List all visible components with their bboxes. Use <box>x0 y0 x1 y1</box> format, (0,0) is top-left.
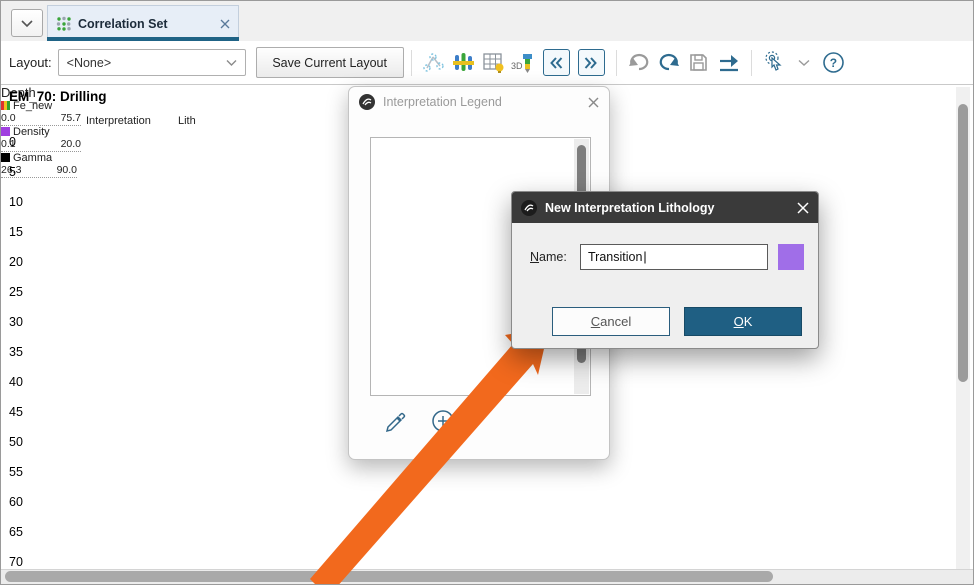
svg-text:?: ? <box>830 56 837 70</box>
edit-lithology-button[interactable] <box>384 409 408 433</box>
svg-text:3D: 3D <box>511 61 523 71</box>
export-button[interactable] <box>715 49 743 77</box>
depth-tick-label: 5 <box>9 164 35 180</box>
depth-tick-label: 35 <box>9 344 35 360</box>
redo-icon <box>656 50 682 75</box>
plus-circle-icon <box>431 409 455 433</box>
lith-column-header: Lith <box>178 115 196 127</box>
touch-dropdown-icon <box>798 59 810 67</box>
vertical-scrollbar-thumb[interactable] <box>958 104 968 382</box>
3d-view-icon: 3D <box>510 50 537 75</box>
save-icon <box>686 50 711 75</box>
interpretation-column-header: Interpretation <box>86 115 151 127</box>
close-icon[interactable] <box>797 202 809 214</box>
touch-select-icon <box>761 50 787 76</box>
depth-tick-label: 70 <box>9 554 35 569</box>
scroll-right-button[interactable] <box>578 49 605 76</box>
chevron-down-icon <box>20 19 34 28</box>
depth-tick-label: 25 <box>9 284 35 300</box>
save-current-layout-button[interactable]: Save Current Layout <box>256 47 404 78</box>
new-interpretation-lithology-dialog: New Interpretation Lithology Name: Trans… <box>511 191 819 349</box>
depth-tick-label: 65 <box>9 524 35 540</box>
layout-select-value: <None> <box>67 56 226 70</box>
3d-view-button[interactable]: 3D <box>510 49 538 77</box>
depth-tick-label: 0 <box>9 134 35 150</box>
name-label: Name: <box>530 250 567 264</box>
horizontal-scrollbar-thumb[interactable] <box>5 571 773 582</box>
depth-tick-label: 15 <box>9 224 35 240</box>
new-dialog-title: New Interpretation Lithology <box>545 201 797 215</box>
undo-icon <box>626 50 652 75</box>
depth-tick-label: 20 <box>9 254 35 270</box>
correlation-view-icon <box>451 50 476 75</box>
new-dialog-titlebar[interactable]: New Interpretation Lithology <box>512 192 818 223</box>
hole-title: EM_70: Drilling <box>9 89 107 104</box>
toolbar-separator <box>751 50 752 76</box>
name-input-value: Transition <box>588 250 642 264</box>
tab-label: Correlation Set <box>78 17 220 31</box>
depth-tick-label: 10 <box>9 194 35 210</box>
tab-correlation-set[interactable]: Correlation Set <box>47 5 239 41</box>
help-button[interactable]: ? <box>820 49 848 77</box>
depth-tick-label: 40 <box>9 374 35 390</box>
cancel-button[interactable]: Cancel <box>552 307 670 336</box>
statistics-table-icon <box>481 50 506 75</box>
depth-tick-label: 50 <box>9 434 35 450</box>
chevron-down-icon <box>226 59 237 67</box>
main-toolbar: Layout: <None> Save Current Layout 3D? <box>1 41 974 85</box>
scroll-left-icon <box>547 54 565 72</box>
depth-tick-label: 60 <box>9 494 35 510</box>
pencil-icon <box>384 409 408 433</box>
tab-close-icon[interactable] <box>220 19 230 29</box>
close-icon[interactable] <box>588 97 599 108</box>
depth-tick-label: 30 <box>9 314 35 330</box>
depth-tick-label: 45 <box>9 404 35 420</box>
toolbar-separator <box>616 50 617 76</box>
ok-button[interactable]: OK <box>684 307 802 336</box>
legend-dialog-titlebar[interactable]: Interpretation Legend <box>349 87 609 117</box>
depth-tick-label: 55 <box>9 464 35 480</box>
undo-button[interactable] <box>625 49 653 77</box>
statistics-table-button[interactable] <box>480 49 508 77</box>
tab-list-button[interactable] <box>11 9 43 37</box>
layout-label: Layout: <box>9 55 52 70</box>
curve-color-icon <box>1 153 10 162</box>
text-caret: | <box>643 250 646 264</box>
help-icon: ? <box>822 51 845 74</box>
export-icon <box>716 50 742 75</box>
correlation-set-icon <box>56 16 71 31</box>
correlation-view-button[interactable] <box>450 49 478 77</box>
name-input[interactable]: Transition| <box>580 244 768 270</box>
touch-dropdown-button[interactable] <box>790 49 818 77</box>
correlation-set-window: Correlation Set Layout: <None> Save Curr… <box>0 0 974 585</box>
legend-dialog-title: Interpretation Legend <box>383 95 588 109</box>
toolbar-separator <box>411 50 412 76</box>
color-swatch[interactable] <box>778 244 804 270</box>
add-lithology-button[interactable] <box>431 409 455 433</box>
app-logo-icon <box>521 200 537 216</box>
scroll-left-button[interactable] <box>543 49 570 76</box>
redo-button[interactable] <box>655 49 683 77</box>
scatter-plot-button[interactable] <box>420 49 448 77</box>
scroll-right-icon <box>582 54 600 72</box>
save-layout-label: Save Current Layout <box>272 56 387 70</box>
touch-select-button[interactable] <box>760 49 788 77</box>
save-button[interactable] <box>685 49 713 77</box>
scatter-plot-icon <box>421 50 446 75</box>
layout-select[interactable]: <None> <box>58 49 246 76</box>
app-logo-icon <box>359 94 375 110</box>
